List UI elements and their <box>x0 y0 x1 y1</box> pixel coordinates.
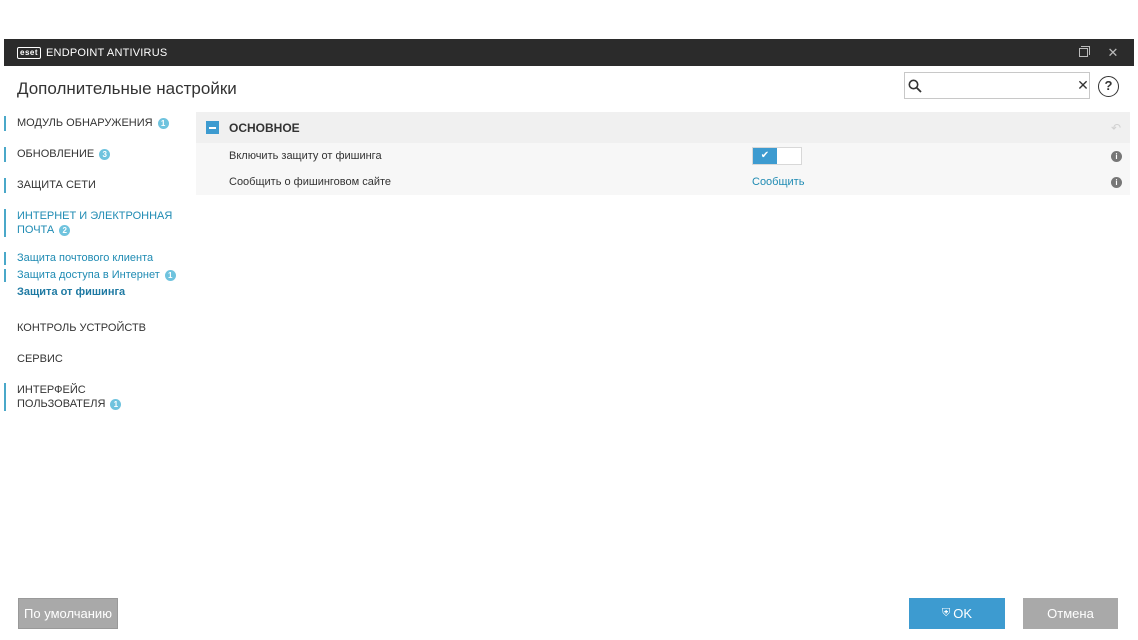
clear-search-icon[interactable]: ✕ <box>1077 77 1089 94</box>
logo-mark: eset <box>17 46 42 59</box>
title-bar: eset ENDPOINT ANTIVIRUS ✕ <box>4 39 1134 66</box>
count-badge: 2 <box>59 224 71 236</box>
sidebar-item-label: МОДУЛЬ ОБНАРУЖЕНИЯ <box>17 117 153 129</box>
settings-window: eset ENDPOINT ANTIVIRUS ✕ Дополнительные… <box>4 39 1134 640</box>
shield-icon: ⛨ <box>941 607 951 619</box>
sidebar-item-network[interactable]: ЗАЩИТА СЕТИ <box>4 178 189 193</box>
subitem-label: Защита почтового клиента <box>17 252 154 264</box>
restore-button[interactable] <box>1076 46 1090 60</box>
sidebar-item-label: ЗАЩИТА СЕТИ <box>17 179 96 191</box>
count-badge: 1 <box>164 269 176 281</box>
sidebar-item-label: СЕРВИС <box>17 353 63 365</box>
eset-logo: eset ENDPOINT ANTIVIRUS <box>17 46 168 59</box>
sidebar-item-tools[interactable]: СЕРВИС <box>4 352 189 367</box>
sidebar-item-update[interactable]: ОБНОВЛЕНИЕ 3 <box>4 147 189 162</box>
revert-icon[interactable]: ↶ <box>1111 121 1121 135</box>
settings-content: ОСНОВНОЕ ↶ Включить защиту от фишинга ✔ … <box>196 112 1130 195</box>
sidebar-item-user-interface[interactable]: ИНТЕРФЕЙС ПОЛЬЗОВАТЕЛЯ 1 <box>4 383 189 411</box>
setting-label: Сообщить о фишинговом сайте <box>229 176 392 188</box>
sidebar: МОДУЛЬ ОБНАРУЖЕНИЯ 1 ОБНОВЛЕНИЕ 3 ЗАЩИТА С… <box>4 112 189 411</box>
settings-rows: Включить защиту от фишинга ✔ i Сообщить … <box>196 143 1130 195</box>
help-icon[interactable]: ? <box>1098 76 1119 97</box>
ok-label: OK <box>953 606 973 621</box>
antiphishing-toggle[interactable]: ✔ <box>752 147 802 165</box>
page-title: Дополнительные настройки <box>17 79 237 98</box>
setting-row: Сообщить о фишинговом сайте Сообщить i <box>196 169 1130 195</box>
close-icon: ✕ <box>1107 44 1119 60</box>
sidebar-item-label: ПОЛЬЗОВАТЕЛЯ <box>17 398 106 410</box>
collapse-icon[interactable] <box>206 121 219 134</box>
default-button[interactable]: По умолчанию <box>18 598 118 629</box>
sidebar-item-detection[interactable]: МОДУЛЬ ОБНАРУЖЕНИЯ 1 <box>4 116 189 131</box>
report-link[interactable]: Сообщить <box>752 176 804 188</box>
sidebar-item-label: КОНТРОЛЬ УСТРОЙСТВ <box>17 322 147 334</box>
sidebar-item-label: ПОЧТА <box>17 224 55 236</box>
sidebar-item-device-control[interactable]: КОНТРОЛЬ УСТРОЙСТВ <box>4 321 189 336</box>
check-icon: ✔ <box>753 148 777 164</box>
setting-label: Включить защиту от фишинга <box>229 150 382 162</box>
info-icon[interactable]: i <box>1111 176 1122 188</box>
count-badge: 1 <box>157 117 169 129</box>
search-input[interactable] <box>922 73 1077 98</box>
info-icon[interactable]: i <box>1111 150 1122 162</box>
cancel-button[interactable]: Отмена <box>1023 598 1118 629</box>
section-header[interactable]: ОСНОВНОЕ ↶ <box>196 112 1130 143</box>
count-badge: 1 <box>110 398 122 410</box>
setting-row: Включить защиту от фишинга ✔ i <box>196 143 1130 169</box>
sidebar-item-label: ИНТЕРНЕТ И ЭЛЕКТРОННАЯ <box>17 210 173 222</box>
sidebar-subitem-mail-client[interactable]: Защита почтового клиента <box>4 250 189 267</box>
close-window-button[interactable]: ✕ <box>1106 44 1120 60</box>
search-icon <box>908 79 922 93</box>
app-title: ENDPOINT ANTIVIRUS <box>46 46 168 59</box>
sidebar-item-label: ОБНОВЛЕНИЕ <box>17 148 95 160</box>
restore-icon <box>1078 46 1090 57</box>
count-badge: 3 <box>99 148 111 160</box>
subitem-label: Защита от фишинга <box>17 286 126 298</box>
sidebar-item-label: ИНТЕРФЕЙС <box>17 384 86 396</box>
default-label: По умолчанию <box>24 606 112 621</box>
sidebar-item-web-email[interactable]: ИНТЕРНЕТ И ЭЛЕКТРОННАЯ ПОЧТА 2 <box>4 209 189 237</box>
section-title: ОСНОВНОЕ <box>229 120 300 135</box>
subitem-label: Защита доступа в Интернет <box>17 269 160 281</box>
sidebar-subitem-antiphishing[interactable]: Защита от фишинга <box>4 284 189 301</box>
ok-button[interactable]: ⛨ OK <box>909 598 1005 629</box>
search-box: ✕ <box>904 72 1090 99</box>
cancel-label: Отмена <box>1047 606 1094 621</box>
sidebar-subitem-web-access[interactable]: Защита доступа в Интернет 1 <box>4 267 189 284</box>
